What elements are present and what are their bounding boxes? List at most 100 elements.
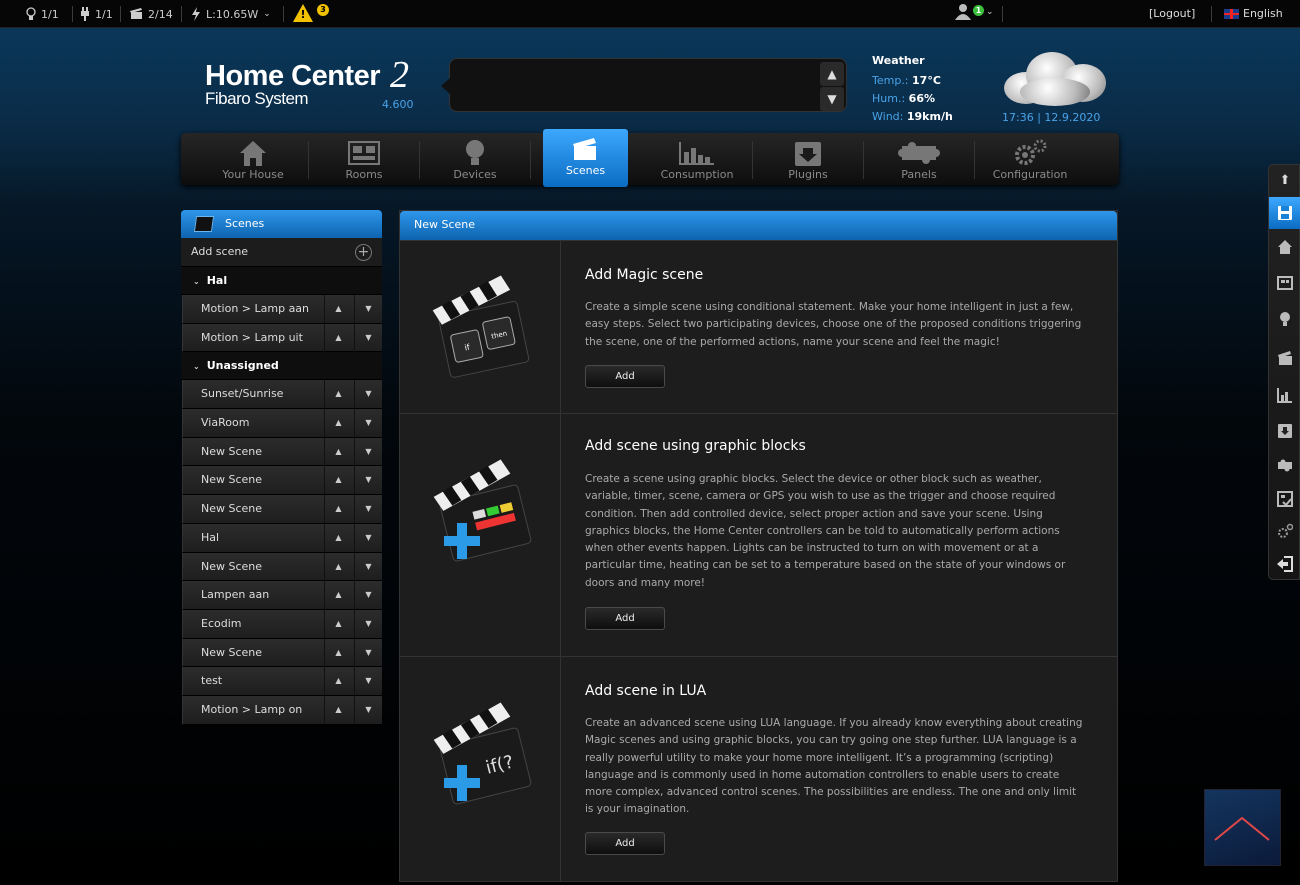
unassigned-scene-list: Sunset/Sunrise ▲ ▼ ViaRoom ▲ ▼ New Scene ▲ ▼ New … xyxy=(181,380,382,725)
chart-icon[interactable] xyxy=(1269,379,1300,411)
puzzle-icon[interactable] xyxy=(1269,449,1300,481)
group-unassigned[interactable]: ⌄ Unassigned xyxy=(181,352,382,381)
power-status[interactable]: L:10.65W ⌄ xyxy=(191,0,271,28)
uk-flag-icon xyxy=(1224,8,1239,19)
scene-list-item[interactable]: Motion > Lamp aan ▲ ▼ xyxy=(182,295,382,324)
date-label: 12.9.2020 xyxy=(1044,111,1101,124)
scenes-status[interactable]: 2/14 xyxy=(130,0,173,28)
main-nav: Your House Rooms Devices Scenes Consumpt… xyxy=(181,129,1119,187)
move-down-icon[interactable]: ▼ xyxy=(354,323,382,352)
nav-panels[interactable]: Panels xyxy=(864,133,974,185)
move-up-icon[interactable]: ▲ xyxy=(324,323,352,352)
nav-your-house[interactable]: Your House xyxy=(198,133,308,185)
scene-list-item[interactable]: New Scene ▲ ▼ xyxy=(182,638,382,668)
move-down-icon[interactable]: ▼ xyxy=(354,495,382,524)
panel-icon[interactable] xyxy=(1269,483,1300,515)
nav-devices[interactable]: Devices xyxy=(420,133,530,185)
move-up-icon[interactable]: ▲ xyxy=(324,667,352,696)
rooms-icon[interactable] xyxy=(1269,267,1300,299)
arrow-up-icon[interactable]: ⬆ xyxy=(1269,165,1300,197)
lights-status[interactable]: 1/1 xyxy=(26,0,59,28)
move-up-icon[interactable]: ▲ xyxy=(324,409,352,438)
move-down-icon[interactable]: ▼ xyxy=(354,667,382,696)
scene-list-item[interactable]: New Scene ▲ ▼ xyxy=(182,437,382,467)
nav-consumption[interactable]: Consumption xyxy=(642,133,752,185)
scene-name: Lampen aan xyxy=(201,588,270,602)
move-up-icon[interactable]: ▲ xyxy=(324,695,352,724)
move-down-icon[interactable]: ▼ xyxy=(354,437,382,466)
move-down-icon[interactable]: ▼ xyxy=(354,295,382,323)
move-down-icon[interactable]: ▼ xyxy=(354,409,382,438)
move-up-icon[interactable]: ▲ xyxy=(324,437,352,466)
move-up-icon[interactable]: ▲ xyxy=(324,495,352,524)
scene-name: Motion > Lamp on xyxy=(201,702,303,716)
nav-label: Your House xyxy=(222,168,284,181)
move-down-icon[interactable]: ▼ xyxy=(354,609,382,638)
scene-name: New Scene xyxy=(201,645,263,659)
scene-list-item[interactable]: test ▲ ▼ xyxy=(182,667,382,696)
chevron-up-icon xyxy=(1214,816,1270,841)
nav-configuration[interactable]: Configuration xyxy=(975,133,1085,185)
add-lua-scene-button[interactable]: Add xyxy=(585,832,665,855)
move-up-icon[interactable]: ▲ xyxy=(324,581,352,610)
plugin-icon[interactable] xyxy=(1269,415,1300,447)
move-down-icon[interactable]: ▼ xyxy=(354,638,382,667)
logout-link[interactable]: [Logout] xyxy=(1149,7,1195,20)
scene-list-item[interactable]: Lampen aan ▲ ▼ xyxy=(182,581,382,610)
nav-label: Panels xyxy=(901,168,937,181)
magic-scene-option: if then Add Magic scene Create a simple … xyxy=(400,240,1117,413)
move-down-icon[interactable]: ▼ xyxy=(354,552,382,581)
move-up-icon[interactable]: ▲ xyxy=(324,523,352,552)
scroll-down-button[interactable]: ▼ xyxy=(820,87,844,111)
add-scene-button[interactable]: Add scene + xyxy=(181,238,382,267)
move-up-icon[interactable]: ▲ xyxy=(324,380,352,409)
move-down-icon[interactable]: ▼ xyxy=(354,380,382,409)
nav-label: Plugins xyxy=(788,168,828,181)
scroll-to-top-button[interactable] xyxy=(1204,789,1281,866)
warning-count: 3 xyxy=(317,4,329,16)
scene-list-item[interactable]: New Scene ▲ ▼ xyxy=(182,495,382,524)
group-hal[interactable]: ⌄ Hal xyxy=(181,267,382,295)
move-up-icon[interactable]: ▲ xyxy=(324,466,352,495)
add-graphic-blocks-button[interactable]: Add xyxy=(585,607,665,630)
chevron-down-icon[interactable]: ⌄ xyxy=(986,7,994,17)
scene-list-item[interactable]: ViaRoom ▲ ▼ xyxy=(182,409,382,438)
move-up-icon[interactable]: ▲ xyxy=(324,609,352,638)
clapper-icon[interactable] xyxy=(1269,342,1300,374)
nav-scenes[interactable]: Scenes xyxy=(543,129,628,187)
scenes-sidebar: Scenes Add scene + ⌄ Hal Motion > Lamp aa… xyxy=(181,210,382,725)
scene-list-item[interactable]: New Scene ▲ ▼ xyxy=(182,466,382,496)
house-icon[interactable] xyxy=(1269,231,1300,263)
scene-list-item[interactable]: Motion > Lamp uit ▲ ▼ xyxy=(182,323,382,353)
scene-list-item[interactable]: Sunset/Sunrise ▲ ▼ xyxy=(182,380,382,410)
clapper-icon xyxy=(193,216,215,232)
plugs-status[interactable]: 1/1 xyxy=(80,0,113,28)
move-down-icon[interactable]: ▼ xyxy=(354,581,382,610)
plus-icon: + xyxy=(355,244,372,261)
sidebar-title: Scenes xyxy=(225,217,265,230)
add-magic-scene-button[interactable]: Add xyxy=(585,365,665,388)
scene-list-item[interactable]: Ecodim ▲ ▼ xyxy=(182,609,382,639)
scene-list-item[interactable]: Hal ▲ ▼ xyxy=(182,523,382,553)
gears-icon[interactable] xyxy=(1269,515,1300,547)
logo: Home Center 2 Fibaro System 4.600 xyxy=(205,54,414,111)
user-icon[interactable] xyxy=(955,3,973,24)
move-up-icon[interactable]: ▲ xyxy=(324,638,352,667)
move-down-icon[interactable]: ▼ xyxy=(354,466,382,495)
scroll-up-button[interactable]: ▲ xyxy=(820,62,844,86)
chevron-down-icon: ⌄ xyxy=(263,9,271,19)
logout-icon[interactable] xyxy=(1269,548,1300,580)
language-selector[interactable]: English xyxy=(1224,7,1283,20)
weather-widget[interactable]: Weather Temp.: 17°C Hum.: 66% Wind: 19km… xyxy=(872,52,953,126)
save-icon[interactable] xyxy=(1269,197,1300,229)
move-down-icon[interactable]: ▼ xyxy=(354,523,382,552)
move-up-icon[interactable]: ▲ xyxy=(324,295,352,323)
scene-list-item[interactable]: New Scene ▲ ▼ xyxy=(182,552,382,582)
nav-rooms[interactable]: Rooms xyxy=(309,133,419,185)
nav-plugins[interactable]: Plugins xyxy=(753,133,863,185)
scene-list-item[interactable]: Motion > Lamp on ▲ ▼ xyxy=(182,695,382,725)
bulb-icon[interactable] xyxy=(1269,303,1300,335)
move-up-icon[interactable]: ▲ xyxy=(324,552,352,581)
power-load: L:10.65W xyxy=(206,7,259,21)
move-down-icon[interactable]: ▼ xyxy=(354,695,382,724)
